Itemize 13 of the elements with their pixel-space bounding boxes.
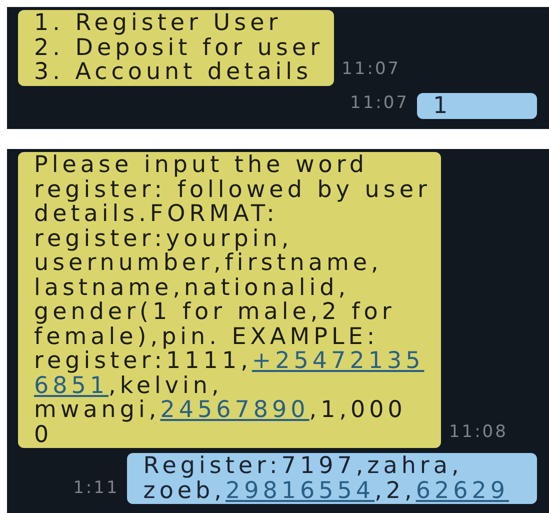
message-time: 11:07 — [342, 58, 401, 81]
message-text: 1. Register User 2. Deposit for user 3. Account details — [34, 11, 324, 84]
message-time: 1:11 — [73, 476, 120, 500]
message-link[interactable]: 6851 — [34, 372, 109, 398]
message-text: 1 — [433, 94, 453, 118]
message-link[interactable]: 29816554 — [225, 478, 375, 504]
message-link[interactable]: 62629 — [416, 478, 509, 504]
message-text: Please input the word register: followed by user details.FORMAT: register:yourpin, usernumber,firstname, lastname,nationalid, gender(1 for male,2 for female),pin. EXAMPLE: register:1111,+25472135 6851,kelvin, mwangi,24567890,1,000 0 — [34, 153, 431, 447]
message-link[interactable]: +25472135 — [252, 348, 424, 374]
message-link[interactable]: 24567890 — [160, 397, 310, 423]
message-time: 11:07 — [350, 92, 409, 114]
message-time: 11:08 — [448, 420, 508, 444]
message-text: Register:7197,zahra, zoeb,29816554,2,62629 — [143, 454, 509, 503]
